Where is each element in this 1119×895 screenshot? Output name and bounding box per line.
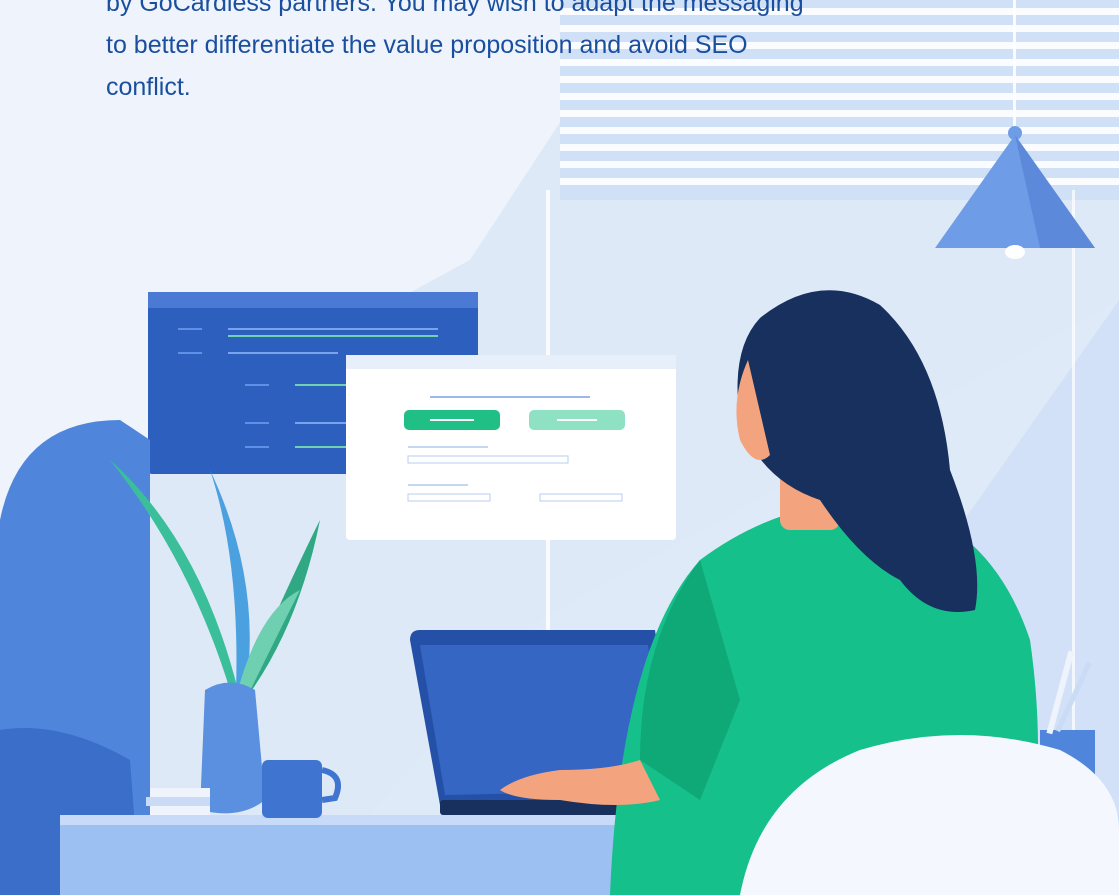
intro-line-2: to better differentiate the value propos…	[106, 31, 748, 59]
form-window	[346, 355, 676, 540]
intro-line-1: by GoCardless partners. You may wish to …	[106, 0, 804, 17]
intro-paragraph: by GoCardless partners. You may wish to …	[106, 0, 966, 108]
books	[146, 788, 210, 815]
intro-line-3: conflict.	[106, 73, 191, 101]
illustration	[0, 0, 1119, 895]
